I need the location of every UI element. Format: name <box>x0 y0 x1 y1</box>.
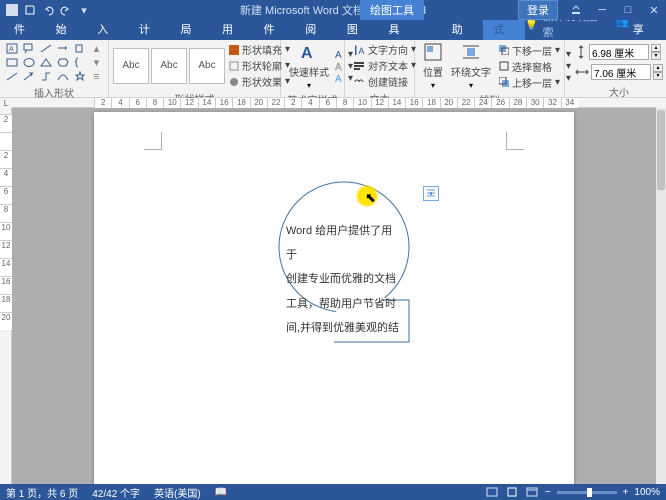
redo-icon[interactable] <box>60 4 72 16</box>
zoom-level[interactable]: 100% <box>634 487 660 498</box>
horizontal-ruler[interactable]: 2468101214161820222468101214161820222426… <box>12 98 656 108</box>
margin-mark-tl <box>144 132 162 150</box>
svg-text:A: A <box>335 74 342 83</box>
width-field[interactable]: 7.06 厘米 <box>591 64 651 80</box>
shape-rect2-icon[interactable] <box>72 42 87 55</box>
close-icon[interactable]: ✕ <box>642 0 666 20</box>
shape-textbox-icon[interactable]: A <box>4 42 19 55</box>
gallery-down-icon[interactable]: ▾ <box>89 56 104 69</box>
document-canvas[interactable]: Word 给用户提供了用于 创建专业而优雅的文档 工具，帮助用户节省时 间,并得… <box>12 108 656 484</box>
minimize-icon[interactable]: ─ <box>590 0 614 20</box>
vertical-scrollbar[interactable] <box>656 108 666 484</box>
ribbon-tabs: 文件 开始 插入 设计 布局 引用 邮件 审阅 视图 开发工具 帮助 格式 💡 … <box>0 20 666 40</box>
bring-forward-button[interactable]: 下移一层 ▾ <box>499 43 560 58</box>
view-read-icon[interactable] <box>485 486 499 498</box>
shape-text-content[interactable]: Word 给用户提供了用于 创建专业而优雅的文档 工具，帮助用户节省时 间,并得… <box>286 219 402 340</box>
shapes-gallery[interactable]: A <box>4 42 104 83</box>
height-input[interactable]: 6.98 厘米 ▴▾ <box>575 44 663 60</box>
shape-hex-icon[interactable] <box>55 56 70 69</box>
align-text-button[interactable]: 对齐文本 ▾ <box>353 58 416 73</box>
text-direction-button[interactable]: ┃A文字方向 ▾ <box>353 42 416 57</box>
width-input[interactable]: 7.06 厘米 ▴▾ <box>575 64 663 80</box>
height-field[interactable]: 6.98 厘米 <box>589 44 649 60</box>
save-icon[interactable] <box>24 4 36 16</box>
status-bar: 第 1 页，共 6 页 42/42 个字 英语(美国) 📖 − + 100% <box>0 484 666 500</box>
ribbon: A <box>0 40 666 98</box>
shape-triangle-icon[interactable] <box>38 56 53 69</box>
shape-brace-icon[interactable] <box>72 56 87 69</box>
login-button[interactable]: 登录 <box>518 0 558 20</box>
status-proofing-icon[interactable]: 📖 <box>215 487 227 498</box>
vertical-ruler[interactable]: 22468101214161820 <box>0 108 12 484</box>
page[interactable]: Word 给用户提供了用于 创建专业而优雅的文档 工具，帮助用户节省时 间,并得… <box>94 112 574 484</box>
status-language[interactable]: 英语(美国) <box>154 485 201 500</box>
shape-style-gallery[interactable]: Abc Abc Abc <box>113 48 225 84</box>
create-link-button[interactable]: 创建链接 <box>353 74 416 89</box>
view-print-icon[interactable] <box>505 486 519 498</box>
height-up[interactable]: ▴ <box>651 44 661 52</box>
position-button[interactable]: 位置▾ <box>419 42 447 90</box>
ruler-corner: L <box>0 98 12 108</box>
svg-text:A: A <box>9 46 14 53</box>
view-web-icon[interactable] <box>525 486 539 498</box>
contextual-tool-label: 绘图工具 <box>360 0 424 20</box>
svg-text:A: A <box>301 45 313 62</box>
style-preset-2[interactable]: Abc <box>151 48 187 84</box>
gallery-more-icon[interactable]: ≡ <box>89 70 104 83</box>
shape-oval-icon[interactable] <box>21 56 36 69</box>
style-preset-1[interactable]: Abc <box>113 48 149 84</box>
shape-elbow-icon[interactable] <box>38 70 53 83</box>
margin-mark-tr <box>506 132 524 150</box>
layout-options-button[interactable] <box>423 186 439 201</box>
shape-line2-icon[interactable] <box>38 42 53 55</box>
selection-pane-button[interactable]: 选择窗格 <box>499 59 560 74</box>
svg-text:A: A <box>335 62 342 71</box>
send-backward-button[interactable]: 上移一层 ▾ <box>499 75 560 90</box>
gallery-up-icon[interactable]: ▴ <box>89 42 104 55</box>
height-down[interactable]: ▾ <box>651 52 661 60</box>
shape-line-icon[interactable] <box>4 70 19 83</box>
status-page[interactable]: 第 1 页，共 6 页 <box>6 485 78 500</box>
callout-shape[interactable]: Word 给用户提供了用于 创建专业而优雅的文档 工具，帮助用户节省时 间,并得… <box>274 177 414 347</box>
shape-star-icon[interactable] <box>72 70 87 83</box>
style-preset-3[interactable]: Abc <box>189 48 225 84</box>
shape-callout-icon[interactable] <box>21 42 36 55</box>
shape-arrow2-icon[interactable] <box>55 42 70 55</box>
wrap-text-button[interactable]: 环绕文字▾ <box>447 42 495 90</box>
group-insert-shapes: 插入形状 <box>0 85 108 99</box>
quick-styles-button[interactable]: A 快速样式▾ <box>285 42 333 90</box>
group-size: 大小 <box>565 84 666 98</box>
word-icon <box>6 4 18 16</box>
undo-icon[interactable] <box>42 4 54 16</box>
ribbon-options-icon[interactable] <box>564 0 588 20</box>
shape-arrow-icon[interactable] <box>21 70 36 83</box>
svg-text:A: A <box>335 50 342 59</box>
status-words[interactable]: 42/42 个字 <box>92 485 140 500</box>
zoom-slider[interactable] <box>557 491 617 494</box>
qat-more-icon[interactable]: ▾ <box>78 4 90 16</box>
zoom-out-button[interactable]: − <box>545 487 551 498</box>
scrollbar-thumb[interactable] <box>657 110 665 190</box>
zoom-in-button[interactable]: + <box>623 487 629 498</box>
maximize-icon[interactable]: □ <box>616 0 640 20</box>
width-up[interactable]: ▴ <box>653 64 663 72</box>
width-down[interactable]: ▾ <box>653 72 663 80</box>
svg-text:┃A: ┃A <box>353 45 364 55</box>
shape-rect-icon[interactable] <box>4 56 19 69</box>
title-bar: ▾ 新建 Microsoft Word 文档.docx - Word 绘图工具 … <box>0 0 666 20</box>
shape-curve-icon[interactable] <box>55 70 70 83</box>
